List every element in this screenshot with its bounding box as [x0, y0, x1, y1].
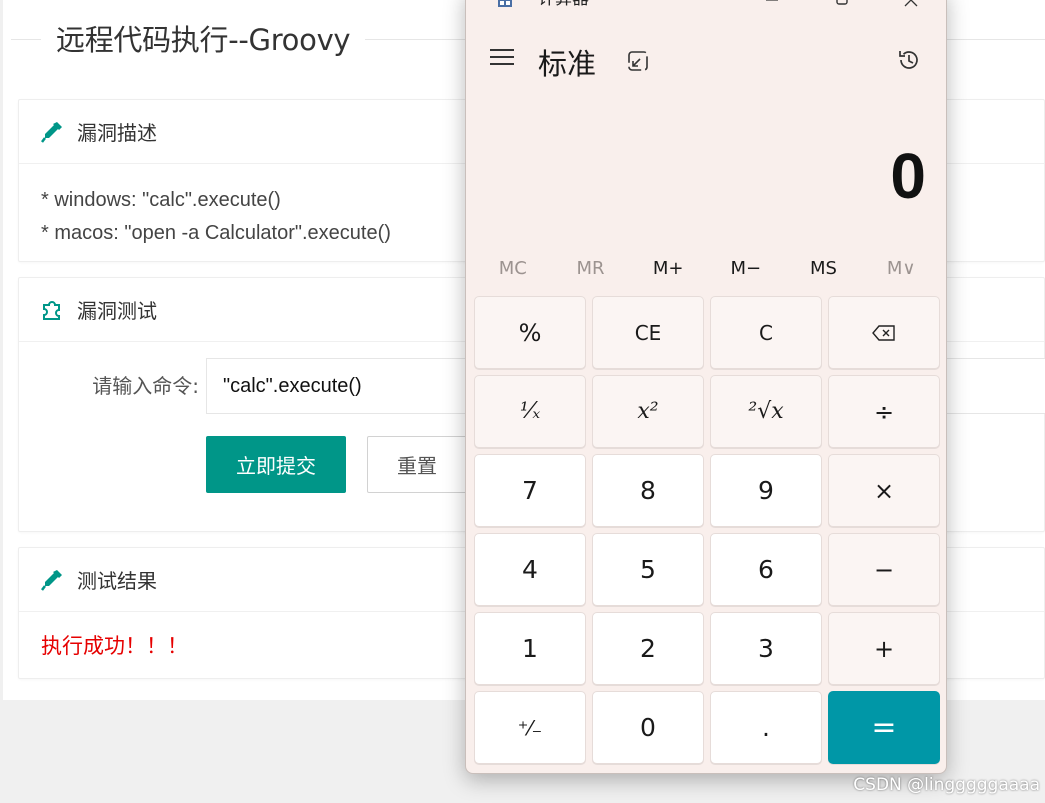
puzzle-icon — [39, 297, 65, 323]
calculator-app-icon — [497, 0, 513, 8]
maximize-icon[interactable] — [822, 0, 862, 11]
command-label: 请输入命令: — [92, 374, 199, 398]
minus-key[interactable]: − — [828, 533, 940, 606]
result-title: 测试结果 — [77, 569, 157, 593]
backspace-icon — [872, 324, 895, 341]
calculator-titlebar[interactable]: 计算器 — [466, 0, 946, 11]
digit-3-key[interactable]: 3 — [710, 612, 822, 685]
reciprocal-key[interactable]: ¹⁄ₓ — [474, 375, 586, 448]
negate-key[interactable]: ⁺⁄₋ — [474, 691, 586, 764]
keep-on-top-icon[interactable] — [626, 49, 650, 73]
digit-9-key[interactable]: 9 — [710, 454, 822, 527]
clear-entry-key[interactable]: CE — [592, 296, 704, 369]
calculator-window-title: 计算器 — [538, 0, 589, 9]
plus-key[interactable]: + — [828, 612, 940, 685]
memory-subtract-button[interactable]: M− — [707, 257, 785, 281]
watermark: CSDN @lingggggaaaa — [853, 775, 1040, 795]
reset-button[interactable]: 重置 — [367, 436, 467, 493]
clear-key[interactable]: C — [710, 296, 822, 369]
calculator-window[interactable]: 计算器 标准 0 MC MR M+ M− MS M∨ % CE C — [465, 0, 947, 774]
memory-recall-button[interactable]: MR — [552, 257, 630, 281]
minimize-icon[interactable] — [752, 0, 792, 11]
digit-0-key[interactable]: 0 — [592, 691, 704, 764]
percent-key[interactable]: % — [474, 296, 586, 369]
divide-key[interactable]: ÷ — [828, 375, 940, 448]
digit-7-key[interactable]: 7 — [474, 454, 586, 527]
calculator-display: 0 — [890, 140, 926, 212]
calculator-mode-title: 标准 — [538, 47, 597, 81]
digit-5-key[interactable]: 5 — [592, 533, 704, 606]
submit-button[interactable]: 立即提交 — [206, 436, 346, 493]
square-root-key[interactable]: ²√x — [710, 375, 822, 448]
digit-1-key[interactable]: 1 — [474, 612, 586, 685]
history-icon[interactable] — [896, 47, 922, 73]
square-key-label: x² — [637, 399, 659, 424]
digit-2-key[interactable]: 2 — [592, 612, 704, 685]
digit-6-key[interactable]: 6 — [710, 533, 822, 606]
page-title: 远程代码执行--Groovy — [41, 20, 366, 60]
menu-icon[interactable] — [490, 49, 514, 69]
dropper-icon — [39, 567, 65, 593]
close-icon[interactable] — [891, 0, 931, 11]
decimal-key[interactable]: . — [710, 691, 822, 764]
memory-list-button[interactable]: M∨ — [862, 257, 940, 281]
backspace-key[interactable] — [828, 296, 940, 369]
digit-8-key[interactable]: 8 — [592, 454, 704, 527]
vuln-test-title: 漏洞测试 — [77, 299, 157, 323]
memory-store-button[interactable]: MS — [785, 257, 863, 281]
memory-add-button[interactable]: M+ — [629, 257, 707, 281]
multiply-key[interactable]: × — [828, 454, 940, 527]
square-root-key-label: ²√x — [748, 399, 784, 424]
reciprocal-key-label: ¹⁄ₓ — [519, 399, 541, 424]
dropper-icon — [39, 119, 65, 145]
square-key[interactable]: x² — [592, 375, 704, 448]
vuln-desc-title: 漏洞描述 — [77, 121, 157, 145]
equals-key[interactable]: = — [828, 691, 940, 764]
memory-row: MC MR M+ M− MS M∨ — [474, 257, 940, 281]
memory-clear-button[interactable]: MC — [474, 257, 552, 281]
digit-4-key[interactable]: 4 — [474, 533, 586, 606]
